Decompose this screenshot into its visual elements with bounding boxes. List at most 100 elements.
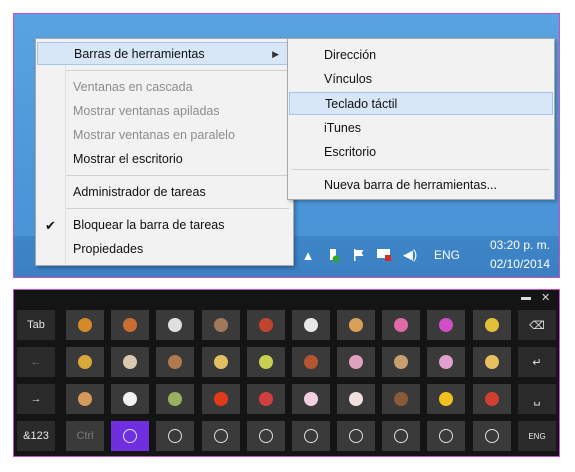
emoji-chocolate-key[interactable] xyxy=(382,384,420,414)
emoji-ice-pop-key[interactable] xyxy=(247,347,285,377)
emoji-rice-bowl-key[interactable] xyxy=(156,310,194,340)
submenu-item-new-toolbar[interactable]: Nueva barra de herramientas... xyxy=(289,174,553,197)
key-enter[interactable]: ↵ xyxy=(518,347,556,377)
toolbars-submenu: Dirección Vínculos Teclado táctil iTunes… xyxy=(287,38,555,200)
speaker-icon[interactable]: ◀) xyxy=(401,246,419,264)
submenu-item-address[interactable]: Dirección xyxy=(289,44,553,67)
noodles-icon xyxy=(214,318,228,332)
emoji-pizza-key[interactable] xyxy=(66,310,104,340)
tray-date[interactable]: 02/10/2014 xyxy=(476,257,550,271)
emoji-croissant-key[interactable] xyxy=(202,347,240,377)
emoji-onigiri-key[interactable] xyxy=(111,384,149,414)
donut-icon xyxy=(394,318,408,332)
emoji-sundae-key[interactable] xyxy=(337,384,375,414)
network-icon[interactable] xyxy=(324,246,342,264)
flag-icon[interactable] xyxy=(350,246,368,264)
key-forward[interactable]: → xyxy=(17,384,55,414)
rice-bowl-icon xyxy=(168,318,182,332)
clock-icon xyxy=(485,429,499,443)
key-ctrl[interactable]: Ctrl xyxy=(66,421,104,451)
menu-separator xyxy=(292,169,550,170)
submenu-item-touch-keyboard[interactable]: Teclado táctil xyxy=(289,92,553,115)
emoji-sushi-key[interactable] xyxy=(292,310,330,340)
emoji-smiley-key[interactable] xyxy=(111,421,149,451)
key-backspace[interactable]: ⌫ xyxy=(518,310,556,340)
emoji-plate-key[interactable] xyxy=(156,347,194,377)
emoji-flower-key[interactable] xyxy=(247,421,285,451)
emoji-meat-key[interactable] xyxy=(292,347,330,377)
emoji-lolly-key[interactable] xyxy=(427,347,465,377)
menu-item-side-by-side[interactable]: Mostrar ventanas en paralelo xyxy=(37,124,292,147)
sundae-icon xyxy=(349,392,363,406)
onigiri-icon xyxy=(123,392,137,406)
emoji-pineapple-key[interactable] xyxy=(473,310,511,340)
emoji-plane-key[interactable] xyxy=(337,421,375,451)
menu-item-show-desktop[interactable]: Mostrar el escritorio xyxy=(37,148,292,171)
key-symbols[interactable]: &123 xyxy=(17,421,55,451)
menu-item-task-manager[interactable]: Administrador de tareas xyxy=(37,181,292,204)
submenu-item-links[interactable]: Vínculos xyxy=(289,68,553,91)
menu-item-toolbars[interactable]: Barras de herramientas ▶ xyxy=(37,42,292,65)
key-back[interactable]: ← xyxy=(17,347,55,377)
emoji-burger-key[interactable] xyxy=(66,347,104,377)
planet-icon xyxy=(304,429,318,443)
submenu-item-label: iTunes xyxy=(324,121,362,135)
emoji-skewer-key[interactable] xyxy=(247,384,285,414)
key-eng[interactable]: ENG xyxy=(518,421,556,451)
tray-language[interactable]: ENG xyxy=(434,248,460,262)
menu-item-lock-taskbar[interactable]: ✔ Bloquear la barra de tareas xyxy=(37,214,292,237)
emoji-clock-key[interactable] xyxy=(473,421,511,451)
close-icon[interactable]: ✕ xyxy=(541,291,550,304)
ice-pop-icon xyxy=(259,355,273,369)
submenu-item-label: Vínculos xyxy=(324,72,372,86)
menu-item-label: Mostrar ventanas en paralelo xyxy=(73,128,235,142)
salad-icon xyxy=(168,392,182,406)
menu-item-label: Ventanas en cascada xyxy=(73,80,193,94)
chevron-up-icon[interactable]: ▲ xyxy=(299,246,317,264)
emoji-onigiri-dark-key[interactable] xyxy=(111,347,149,377)
submenu-item-label: Escritorio xyxy=(324,145,377,159)
emoji-heart-key[interactable] xyxy=(156,421,194,451)
emoji-face-key[interactable] xyxy=(202,421,240,451)
submenu-arrow-icon: ▶ xyxy=(272,49,279,59)
emoji-book-key[interactable] xyxy=(427,421,465,451)
emoji-sausage-key[interactable] xyxy=(66,384,104,414)
minimize-icon[interactable]: ▬ xyxy=(521,292,531,303)
lollipop-icon xyxy=(439,318,453,332)
lolly-icon xyxy=(439,355,453,369)
key-tab[interactable]: Tab xyxy=(17,310,55,340)
emoji-cake-key[interactable] xyxy=(473,347,511,377)
submenu-item-itunes[interactable]: iTunes xyxy=(289,117,553,140)
menu-item-cascade[interactable]: Ventanas en cascada xyxy=(37,76,292,99)
emoji-layer-cake-key[interactable] xyxy=(292,384,330,414)
emoji-car-key[interactable] xyxy=(382,421,420,451)
emoji-salad-key[interactable] xyxy=(156,384,194,414)
emoji-cookie-key[interactable] xyxy=(382,347,420,377)
emoji-fries-key[interactable] xyxy=(202,384,240,414)
emoji-lollipop-key[interactable] xyxy=(427,310,465,340)
sausage-icon xyxy=(78,392,92,406)
cake-icon xyxy=(485,355,499,369)
key-space[interactable]: ␣ xyxy=(518,384,556,414)
tray-time[interactable]: 03:20 p. m. xyxy=(476,238,550,252)
smiley-icon xyxy=(123,429,137,443)
emoji-drink-key[interactable] xyxy=(337,347,375,377)
emoji-ice-cream-key[interactable] xyxy=(337,310,375,340)
taskbar-context-menu: Barras de herramientas ▶ Ventanas en cas… xyxy=(35,38,294,266)
desktop-screenshot: ▲ ◀) ENG 03:20 p. m. 02/10/2014 Barras d… xyxy=(13,13,560,278)
emoji-donut-key[interactable] xyxy=(382,310,420,340)
plate-icon xyxy=(168,355,182,369)
menu-separator xyxy=(66,175,289,176)
emoji-drumstick-key[interactable] xyxy=(111,310,149,340)
emoji-noodles-key[interactable] xyxy=(202,310,240,340)
monitor-icon[interactable] xyxy=(375,246,393,264)
menu-item-properties[interactable]: Propiedades xyxy=(37,238,292,261)
emoji-bell-key[interactable] xyxy=(427,384,465,414)
menu-item-stacked[interactable]: Mostrar ventanas apiladas xyxy=(37,100,292,123)
submenu-item-desktop[interactable]: Escritorio xyxy=(289,141,553,164)
emoji-candy-key[interactable] xyxy=(247,310,285,340)
emoji-planet-key[interactable] xyxy=(292,421,330,451)
menu-item-label: Bloquear la barra de tareas xyxy=(73,218,225,232)
emoji-bento-key[interactable] xyxy=(473,384,511,414)
check-icon: ✔ xyxy=(45,218,56,233)
